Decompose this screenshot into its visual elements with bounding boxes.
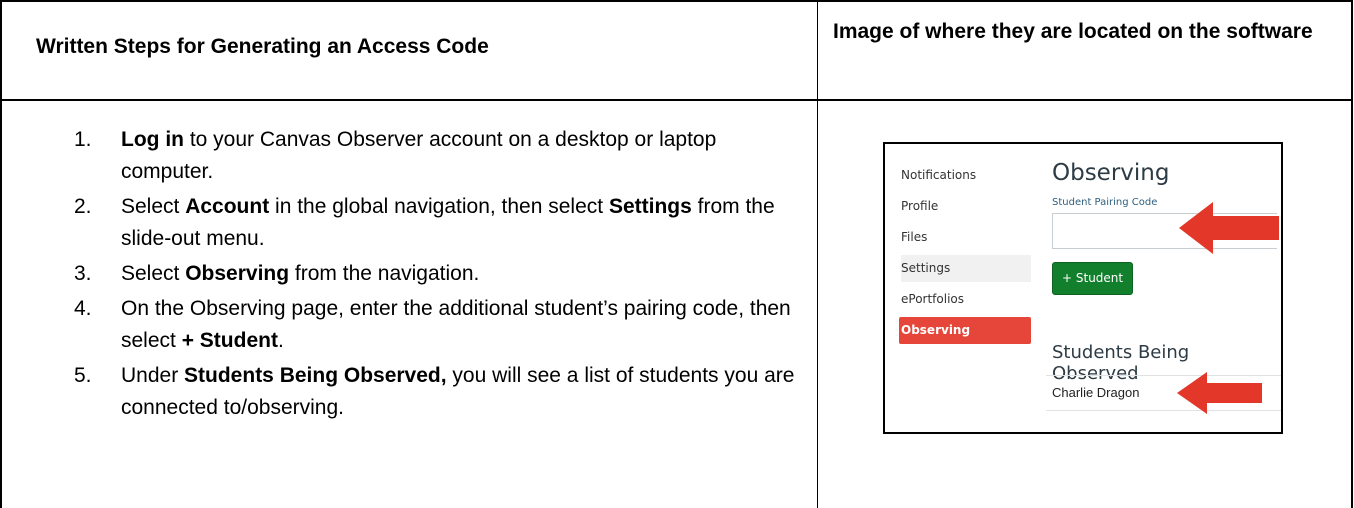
nav-item-observing: Observing (899, 317, 1031, 344)
step-number: 5. (74, 364, 92, 387)
settings-nav: Notifications Profile Files Settings ePo… (899, 162, 1031, 348)
nav-item-profile: Profile (901, 199, 939, 213)
step-emphasis: Settings (608, 195, 692, 218)
image-cell: Notifications Profile Files Settings ePo… (817, 99, 1353, 508)
steps-cell: 1. Log in to your Canvas Observer account… (0, 99, 818, 508)
step-text: from the navigation. (289, 262, 480, 285)
top-edge-mark (1043, 142, 1047, 144)
header-steps: Written Steps for Generating an Access C… (36, 35, 489, 58)
pairing-code-label: Student Pairing Code (1052, 197, 1158, 208)
step-item: 1. Log in to your Canvas Observer account… (2, 124, 801, 188)
step-text: Under (121, 364, 185, 387)
step-item: 3. Select Observing from the navigation. (2, 258, 801, 290)
arrow-to-pairing-input (1179, 202, 1279, 254)
nav-item-settings: Settings (901, 255, 1031, 282)
step-item: 5. Under Students Being Observed, you wil… (2, 360, 801, 424)
nav-item-files: Files (901, 230, 928, 244)
canvas-screenshot: Notifications Profile Files Settings ePo… (883, 142, 1283, 434)
step-text: Select (121, 262, 186, 285)
step-emphasis: Account (185, 195, 270, 218)
header-cell-image: Image of where they are located on the s… (817, 0, 1353, 101)
header-image: Image of where they are located on the s… (833, 20, 1313, 43)
step-item: 4. On the Observing page, enter the addit… (2, 293, 801, 357)
nav-item-notifications: Notifications (901, 168, 977, 182)
step-number: 4. (74, 297, 92, 320)
step-number: 1. (74, 128, 92, 151)
step-number: 2. (74, 195, 92, 218)
step-item: 2. Select Account in the global navigatio… (2, 191, 801, 255)
steps-list: 1. Log in to your Canvas Observer account… (2, 124, 801, 424)
step-emphasis: Log in (121, 128, 184, 151)
observing-title: Observing (1052, 160, 1170, 186)
step-emphasis: Observing (185, 262, 290, 285)
observed-student-name: Charlie Dragon (1052, 385, 1140, 400)
step-emphasis: Students Being Observed, (184, 364, 447, 387)
add-student-button: + Student (1052, 262, 1134, 295)
step-text: . (277, 329, 284, 352)
header-cell-steps: Written Steps for Generating an Access C… (0, 0, 818, 101)
step-number: 3. (74, 262, 92, 285)
arrow-to-student-name (1177, 372, 1262, 414)
step-text: to your Canvas Observer account on a des… (121, 128, 717, 183)
step-emphasis: + Student (181, 329, 278, 352)
step-text: Select (121, 195, 186, 218)
nav-item-eportfolios: ePortfolios (901, 292, 964, 306)
step-text: in the global navigation, then select (269, 195, 609, 218)
document-table: Written Steps for Generating an Access C… (0, 0, 1354, 508)
